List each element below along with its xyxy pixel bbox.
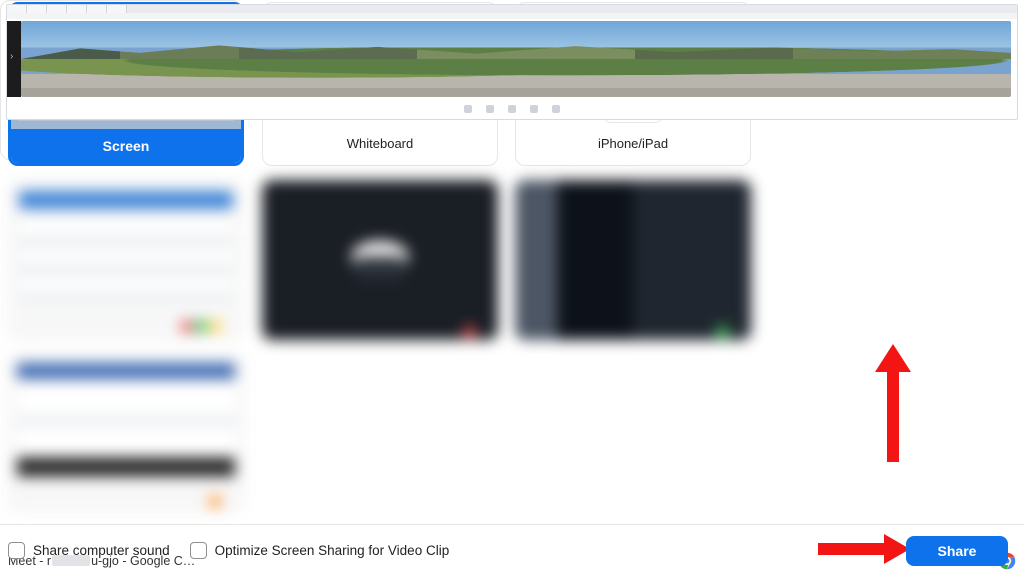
- iphone-label: iPhone/iPad: [516, 136, 750, 151]
- share-option-window-blurred-1[interactable]: [8, 180, 244, 340]
- share-option-window-blurred-3[interactable]: [515, 180, 751, 340]
- whiteboard-label: Whiteboard: [263, 136, 497, 151]
- optimize-video-checkbox[interactable]: Optimize Screen Sharing for Video Clip: [190, 542, 450, 559]
- checkbox-icon: [8, 542, 25, 559]
- checkbox-icon: [190, 542, 207, 559]
- share-option-window-blurred-4[interactable]: [8, 354, 244, 512]
- annotation-arrow-up: [875, 344, 911, 462]
- share-option-window-blurred-2[interactable]: [262, 180, 498, 340]
- share-sound-label: Share computer sound: [33, 543, 170, 558]
- footer: Share computer sound Optimize Screen Sha…: [0, 525, 1024, 576]
- share-sound-checkbox[interactable]: Share computer sound: [8, 542, 170, 559]
- meet-thumbnail: [6, 4, 1018, 120]
- optimize-video-label: Optimize Screen Sharing for Video Clip: [215, 543, 450, 558]
- screen-label: Screen: [11, 129, 241, 163]
- share-button[interactable]: Share: [906, 536, 1008, 566]
